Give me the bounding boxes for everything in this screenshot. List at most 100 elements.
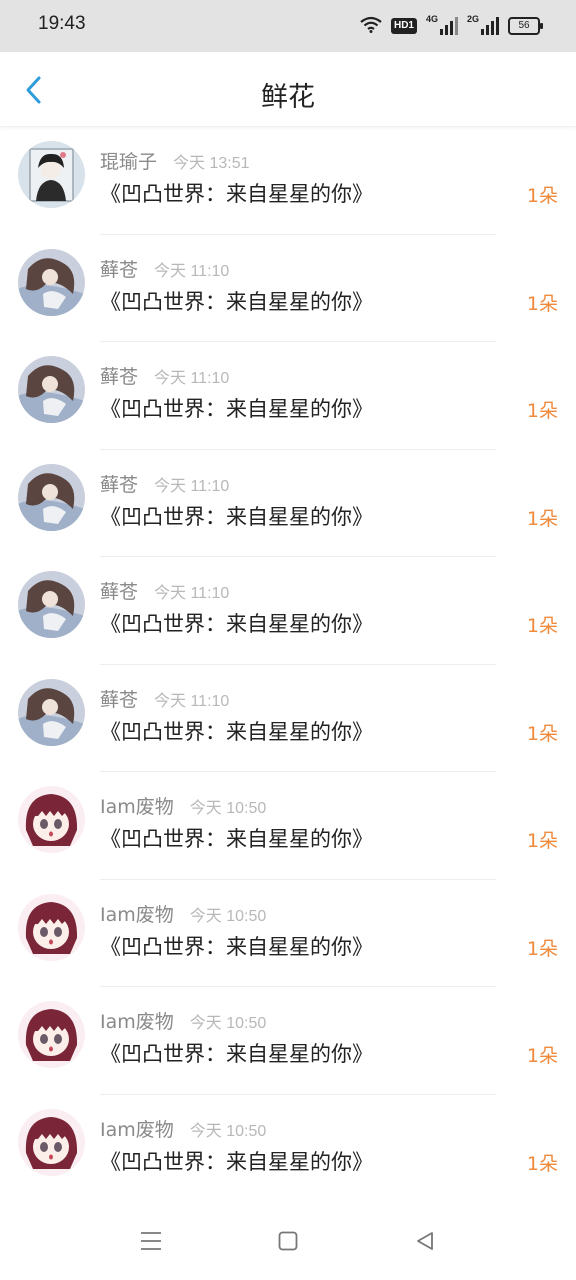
sender-name[interactable]: 藓苍 (100, 255, 138, 282)
gift-title[interactable]: 《凹凸世界：来自星星的你》 (100, 178, 373, 208)
status-time: 19:43 (38, 13, 86, 34)
avatar[interactable] (18, 678, 85, 746)
sender-line: Iam废物 今天 10:50 (100, 1115, 266, 1142)
gift-title[interactable]: 《凹凸世界：来自星星的你》 (100, 501, 373, 531)
send-time: 今天 13:51 (173, 155, 250, 172)
gift-title[interactable]: 《凹凸世界：来自星星的你》 (100, 393, 373, 423)
list-item[interactable]: 藓苍 今天 11:10 《凹凸世界：来自星星的你》 1朵 (0, 557, 576, 665)
wifi-icon (360, 15, 382, 37)
flower-count: 1朵 (526, 1045, 558, 1067)
send-time: 今天 11:10 (154, 477, 230, 495)
avatar[interactable] (18, 1001, 85, 1068)
avatar[interactable] (18, 786, 85, 853)
send-time: 今天 10:50 (189, 1122, 267, 1140)
status-bar: 19:43 HD1 4G 2G 56 (0, 0, 576, 52)
home-square-icon (278, 1231, 298, 1251)
sender-name[interactable]: 藓苍 (100, 362, 138, 389)
list-item[interactable]: 藓苍 今天 11:10 《凹凸世界：来自星星的你》 1朵 (0, 450, 576, 557)
signal-icon-2: 2G (467, 14, 499, 35)
sender-name[interactable]: 藓苍 (100, 470, 138, 497)
sender-line: 琨瑜子 今天 13:51 (100, 147, 250, 174)
avatar-girl-longhair-icon (18, 463, 85, 531)
avatar-girl-longhair-icon (18, 248, 85, 316)
nav-bar: 鲜花 (0, 52, 576, 127)
sender-line: Iam废物 今天 10:50 (100, 900, 266, 927)
gift-title[interactable]: 《凹凸世界：来自星星的你》 (100, 931, 373, 961)
avatar[interactable] (18, 141, 85, 208)
list-item[interactable]: 藓苍 今天 11:10 《凹凸世界：来自星星的你》 1朵 (0, 342, 576, 450)
avatar-girl-longhair-icon (18, 356, 85, 423)
gift-title[interactable]: 《凹凸世界：来自星星的你》 (100, 1146, 373, 1176)
list-item[interactable]: Iam废物 今天 10:50 《凹凸世界：来自星星的你》 1朵 (0, 880, 576, 987)
flower-count: 1朵 (526, 1152, 558, 1175)
list-item[interactable]: 藓苍 今天 11:10 《凹凸世界：来自星星的你》 1朵 (0, 235, 576, 342)
battery-icon: 56 (508, 17, 543, 35)
status-icons: HD1 4G 2G 56 (360, 14, 543, 38)
hd-icon: HD1 (390, 18, 417, 34)
signal-icon-1: 4G (426, 14, 458, 35)
send-time: 今天 11:10 (154, 370, 230, 387)
sender-name[interactable]: Iam废物 (100, 900, 174, 927)
flower-count: 1朵 (526, 400, 558, 422)
avatar[interactable] (18, 356, 85, 423)
send-time: 今天 11:10 (154, 692, 230, 710)
sender-name[interactable]: 藓苍 (100, 685, 138, 712)
gift-title[interactable]: 《凹凸世界：来自星星的你》 (100, 608, 373, 638)
list-item[interactable]: Iam废物 今天 10:50 《凹凸世界：来自星星的你》 1朵 (0, 772, 576, 880)
gift-title[interactable]: 《凹凸世界：来自星星的你》 (100, 1038, 373, 1068)
avatar-girl-bangs-icon (18, 786, 85, 853)
list-item[interactable]: Iam废物 今天 10:50 《凹凸世界：来自星星的你》 1朵 (0, 987, 576, 1095)
flower-count: 1朵 (526, 615, 558, 637)
menu-button[interactable] (134, 1224, 168, 1258)
flower-count: 1朵 (526, 722, 558, 745)
send-time: 今天 11:10 (154, 585, 230, 602)
avatar[interactable] (18, 248, 85, 316)
list-item[interactable]: 琨瑜子 今天 13:51 《凹凸世界：来自星星的你》 1朵 (0, 127, 576, 235)
flower-count: 1朵 (526, 830, 558, 852)
sender-line: 藓苍 今天 11:10 (100, 470, 229, 497)
triangle-back-icon (417, 1232, 433, 1250)
gift-title[interactable]: 《凹凸世界：来自星星的你》 (100, 286, 373, 316)
sender-name[interactable]: 琨瑜子 (100, 147, 157, 174)
avatar-girl-longhair-icon (18, 571, 85, 638)
avatar-girl-longhair-icon (18, 678, 85, 746)
menu-icon (141, 1232, 161, 1250)
avatar[interactable] (18, 463, 85, 531)
sender-name[interactable]: Iam废物 (100, 1115, 174, 1142)
flower-count: 1朵 (526, 507, 558, 530)
avatar-girl-bangs-icon (18, 893, 85, 961)
network-type-label-2: 2G (467, 14, 480, 24)
sender-name[interactable]: Iam废物 (100, 1007, 174, 1034)
flower-count: 1朵 (526, 292, 558, 315)
sender-line: Iam废物 今天 10:50 (100, 1007, 266, 1034)
system-nav-bar (0, 1200, 576, 1280)
avatar-girl-bangs-icon (18, 1001, 85, 1068)
send-time: 今天 11:10 (154, 262, 230, 280)
page-title: 鲜花 (261, 82, 315, 113)
sender-line: 藓苍 今天 11:10 (100, 685, 229, 712)
sender-line: Iam废物 今天 10:50 (100, 792, 266, 819)
home-button[interactable] (271, 1224, 305, 1258)
send-time: 今天 10:50 (189, 800, 267, 817)
flower-list: 琨瑜子 今天 13:51 《凹凸世界：来自星星的你》 1朵 藓苍 今天 11:1… (0, 127, 576, 1202)
avatar[interactable] (18, 571, 85, 638)
avatar-boy-icon (18, 141, 85, 208)
sender-line: 藓苍 今天 11:10 (100, 255, 229, 282)
sender-line: 藓苍 今天 11:10 (100, 362, 229, 389)
send-time: 今天 10:50 (189, 1015, 267, 1032)
list-item[interactable]: 藓苍 今天 11:10 《凹凸世界：来自星星的你》 1朵 (0, 665, 576, 772)
avatar[interactable] (18, 1108, 85, 1176)
gift-title[interactable]: 《凹凸世界：来自星星的你》 (100, 823, 373, 853)
nav-back-button[interactable] (408, 1224, 442, 1258)
avatar-girl-bangs-icon (18, 1108, 85, 1176)
flower-count: 1朵 (526, 937, 558, 960)
list-item[interactable]: Iam废物 今天 10:50 《凹凸世界：来自星星的你》 1朵 (0, 1095, 576, 1202)
avatar[interactable] (18, 893, 85, 961)
sender-line: 藓苍 今天 11:10 (100, 577, 229, 604)
sender-name[interactable]: 藓苍 (100, 577, 138, 604)
sender-name[interactable]: Iam废物 (100, 792, 174, 819)
send-time: 今天 10:50 (189, 907, 267, 925)
flower-count: 1朵 (526, 185, 558, 207)
network-type-label: 4G (426, 14, 439, 24)
gift-title[interactable]: 《凹凸世界：来自星星的你》 (100, 716, 373, 746)
